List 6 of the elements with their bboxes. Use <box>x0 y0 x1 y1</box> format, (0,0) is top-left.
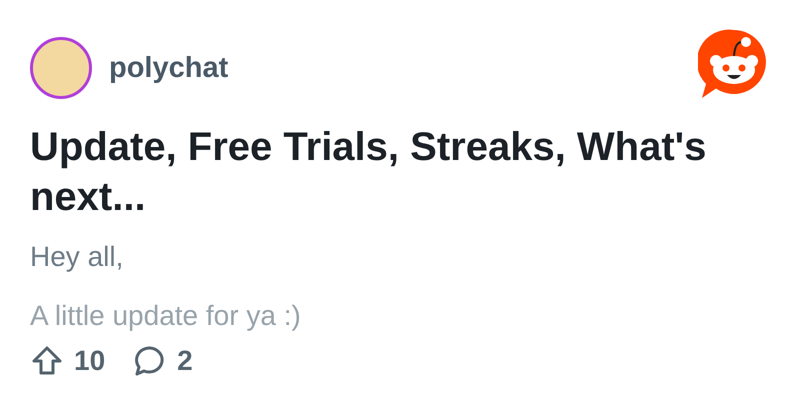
post-title[interactable]: Update, Free Trials, Streaks, What's next... <box>30 122 770 222</box>
comment-count: 2 <box>177 345 193 377</box>
post-text: Hey all, <box>30 240 124 274</box>
author-name[interactable]: polychat <box>109 52 228 84</box>
post-text: A little update for ya :) <box>30 299 302 333</box>
upvote-count: 10 <box>74 345 106 377</box>
